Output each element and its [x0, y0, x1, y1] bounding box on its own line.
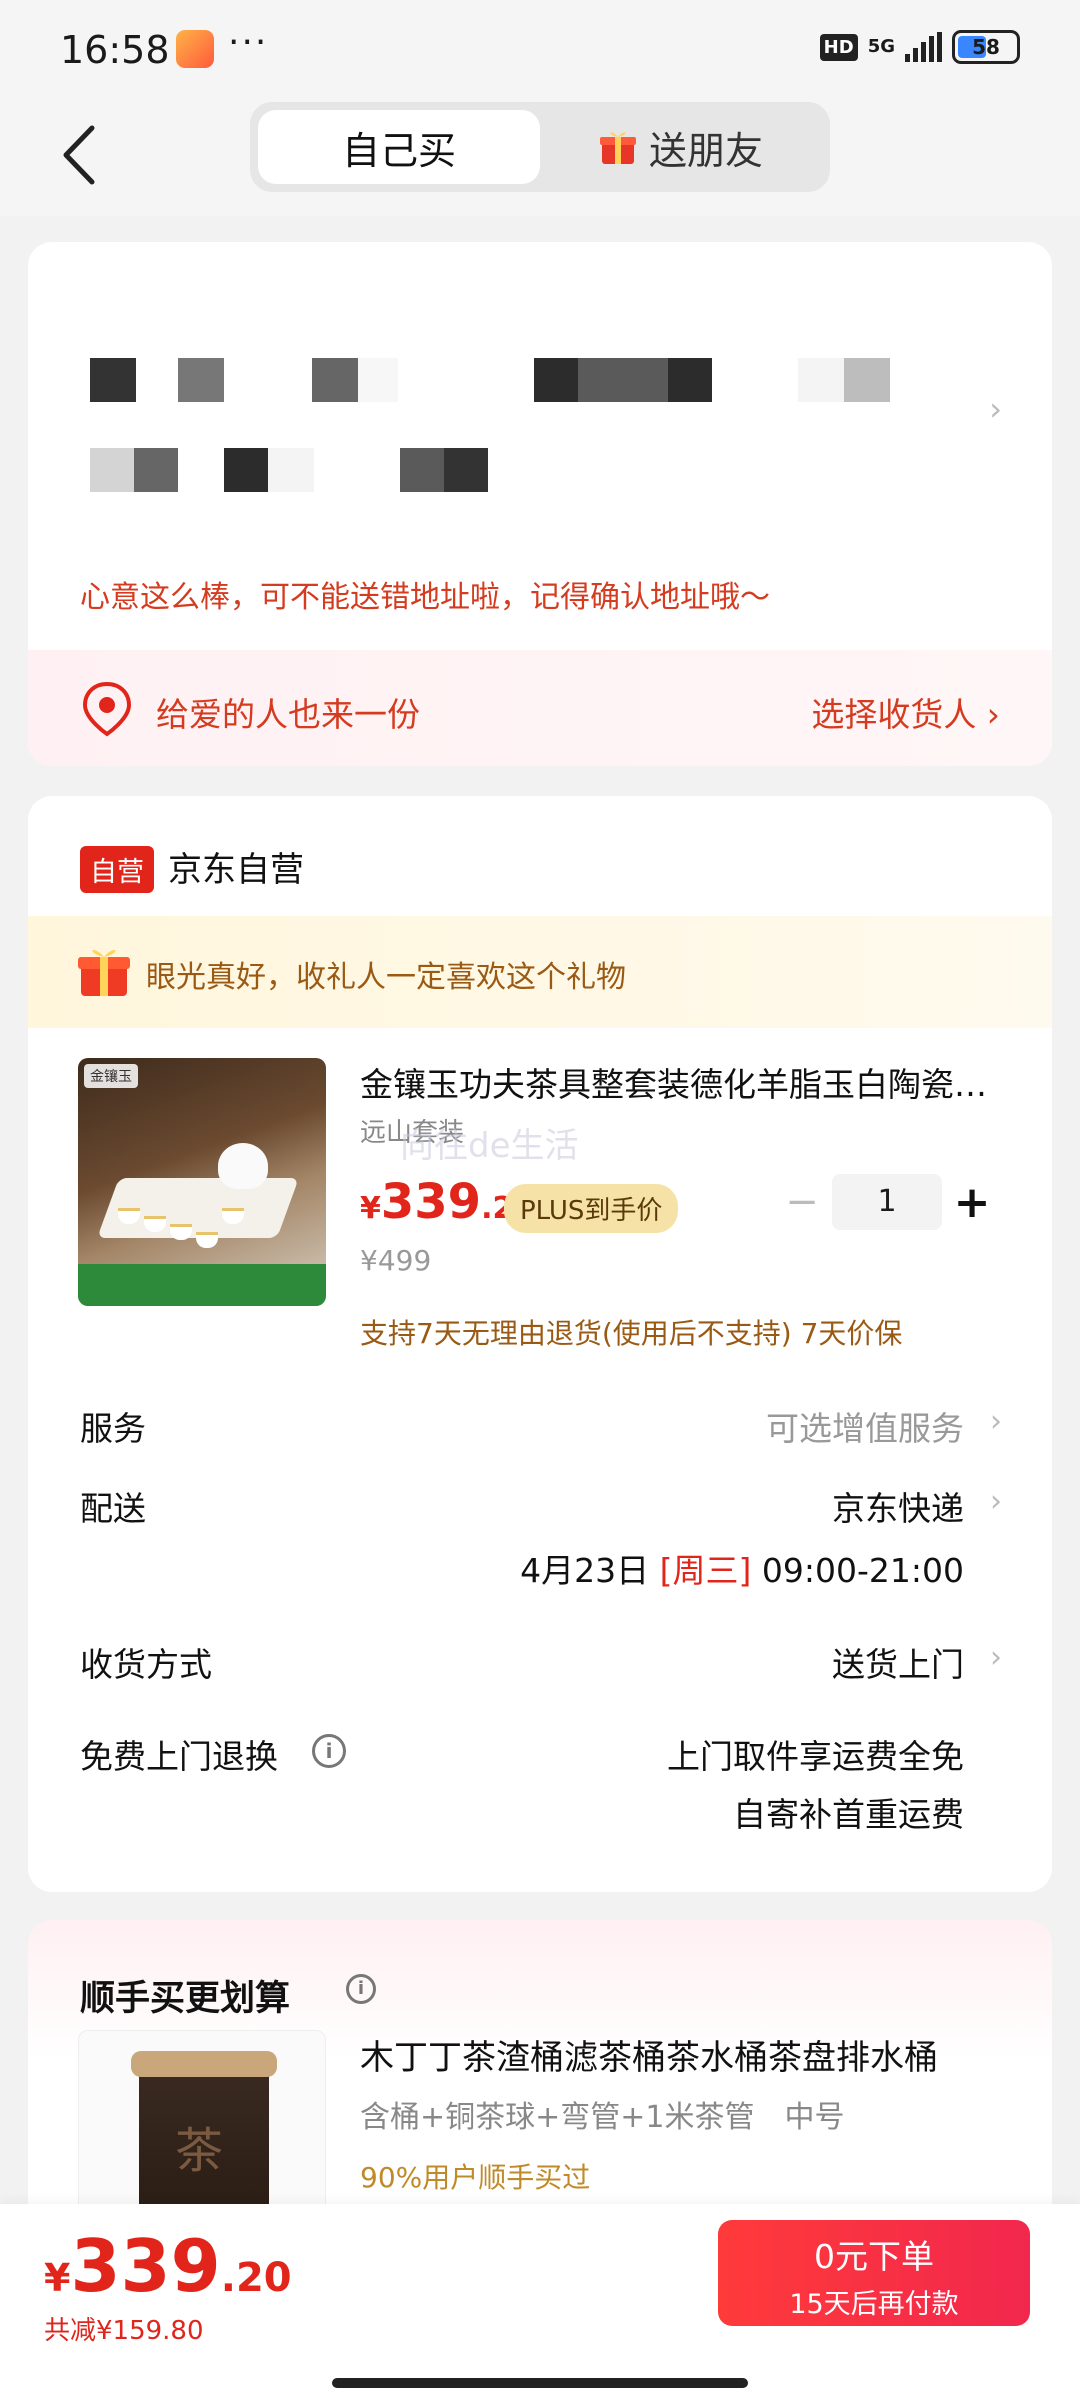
service-chevron-icon: › [990, 1404, 1002, 1439]
free-return-line2: 自寄补首重运费 [733, 1795, 964, 1834]
gift-someone-row[interactable]: 给爱的人也来一份 选择收货人 › [28, 650, 1052, 766]
gift-praise-text: 眼光真好，收礼人一定喜欢这个礼物 [146, 960, 626, 995]
network-label: 5G [867, 36, 895, 57]
place-order-label: 0元下单 [814, 2237, 934, 2276]
place-order-sublabel: 15天后再付款 [789, 2289, 959, 2320]
price-integer: 339 [380, 1174, 482, 1230]
quantity-stepper: − 1 + [772, 1174, 1002, 1230]
plus-price-badge: PLUS到手价 [504, 1184, 679, 1233]
checkout-bar: ¥339.20 共减¥159.80 0元下单 15天后再付款 [0, 2204, 1080, 2400]
product-title[interactable]: 金镶玉功夫茶具整套装德化羊脂玉白陶瓷茶杯茶壶 [360, 1058, 1010, 1106]
address-chevron-icon: › [989, 390, 1002, 428]
service-label: 服务 [80, 1409, 146, 1448]
delivery-time: 09:00-21:00 [761, 1551, 964, 1590]
order-item-card: 自营 京东自营 眼光真好，收礼人一定喜欢这个礼物 金镶玉 金镶玉功夫茶具整套装德… [28, 796, 1052, 1892]
place-order-button[interactable]: 0元下单 15天后再付款 [718, 2220, 1030, 2326]
tab-buy-myself[interactable]: 自己买 [258, 110, 540, 184]
free-return-label: 免费上门退换 [80, 1737, 278, 1776]
recommend-product-title[interactable]: 木丁丁茶渣桶滤茶桶茶水桶茶盘排水桶 [360, 2030, 1010, 2079]
original-price: ¥499 [360, 1244, 432, 1277]
shop-name[interactable]: 京东自营 [168, 842, 304, 891]
delivery-chevron-icon: › [990, 1484, 1002, 1519]
quantity-field[interactable]: 1 [832, 1174, 942, 1230]
hd-icon: HD [819, 33, 858, 61]
total-decimal: .20 [220, 2255, 292, 2301]
product-price: ¥339.2 [360, 1174, 513, 1230]
gift-praise-banner: 眼光真好，收礼人一定喜欢这个礼物 [28, 916, 1052, 1028]
app-notification-icon [176, 30, 214, 68]
status-bar: 16:58 ··· HD 5G 58 [0, 0, 1080, 100]
recommend-product-spec: 含桶+铜茶球+弯管+1米茶管 中号 [360, 2100, 845, 2135]
bucket-character: 茶 [175, 2123, 224, 2179]
back-arrow-icon [63, 125, 95, 185]
total-price: ¥339.20 [44, 2224, 292, 2308]
location-pin-icon [82, 681, 132, 737]
receive-method-chevron-icon: › [990, 1640, 1002, 1675]
receive-method-label: 收货方式 [80, 1645, 212, 1684]
total-saved[interactable]: 共减¥159.80 [44, 2310, 204, 2347]
gift-icon [599, 132, 636, 164]
status-time: 16:58 [60, 28, 170, 72]
battery-icon: 58 [952, 30, 1020, 64]
tab-buy-myself-label: 自己买 [341, 128, 456, 173]
free-return-line1: 上门取件享运费全免 [667, 1737, 964, 1776]
status-indicators: HD 5G 58 [819, 30, 1020, 64]
address-line-redacted [90, 358, 890, 402]
return-policy: 支持7天无理由退货(使用后不支持) 7天价保 [360, 1317, 903, 1350]
recommend-info-icon[interactable]: i [346, 1974, 376, 2004]
decrease-quantity-button[interactable]: − [772, 1179, 832, 1225]
tab-gift-friend[interactable]: 送朋友 [540, 110, 822, 184]
battery-level: 58 [972, 35, 1000, 59]
self-operated-badge: 自营 [80, 846, 154, 893]
signal-icon [905, 32, 942, 62]
total-integer: 339 [70, 2224, 221, 2308]
recommend-title: 顺手买更划算 [80, 1979, 291, 2019]
purchase-mode-switch: 自己买 送朋友 [250, 102, 830, 192]
total-currency: ¥ [44, 2256, 71, 2300]
gift-row-label: 给爱的人也来一份 [156, 695, 420, 734]
watermark: 向往de生活 [400, 1126, 579, 1166]
gift-box-icon [78, 949, 130, 996]
delivery-time-slot[interactable]: 4月23日 [周三] 09:00-21:00 [520, 1544, 964, 1592]
receiver-line-redacted [90, 448, 488, 492]
product-image[interactable]: 金镶玉 [78, 1058, 326, 1306]
back-button[interactable] [52, 120, 112, 190]
delivery-weekday: [周三] [659, 1551, 752, 1590]
top-header: 自己买 送朋友 [0, 100, 1080, 216]
address-card[interactable]: › 心意这么棒，可不能送错地址啦，记得确认地址哦～ 给爱的人也来一份 选择收货人… [28, 242, 1052, 766]
service-value[interactable]: 可选增值服务 [766, 1402, 964, 1450]
delivery-label: 配送 [80, 1489, 146, 1528]
select-recipient-link[interactable]: 选择收货人 › [811, 688, 1000, 736]
more-notifications-icon: ··· [228, 22, 269, 63]
increase-quantity-button[interactable]: + [942, 1177, 1002, 1228]
delivery-date: 4月23日 [520, 1551, 650, 1590]
delivery-carrier[interactable]: 京东快递 [832, 1482, 964, 1530]
recommend-social-proof: 90%用户顺手买过 [360, 2161, 591, 2194]
home-indicator[interactable] [332, 2378, 748, 2388]
price-currency: ¥ [360, 1191, 381, 1226]
info-icon[interactable]: i [312, 1734, 346, 1768]
address-reminder: 心意这么棒，可不能送错地址啦，记得确认地址哦～ [80, 580, 770, 615]
brand-logo: 金镶玉 [84, 1064, 138, 1088]
tab-gift-friend-label: 送朋友 [648, 128, 763, 173]
receive-method-value[interactable]: 送货上门 [832, 1638, 964, 1686]
